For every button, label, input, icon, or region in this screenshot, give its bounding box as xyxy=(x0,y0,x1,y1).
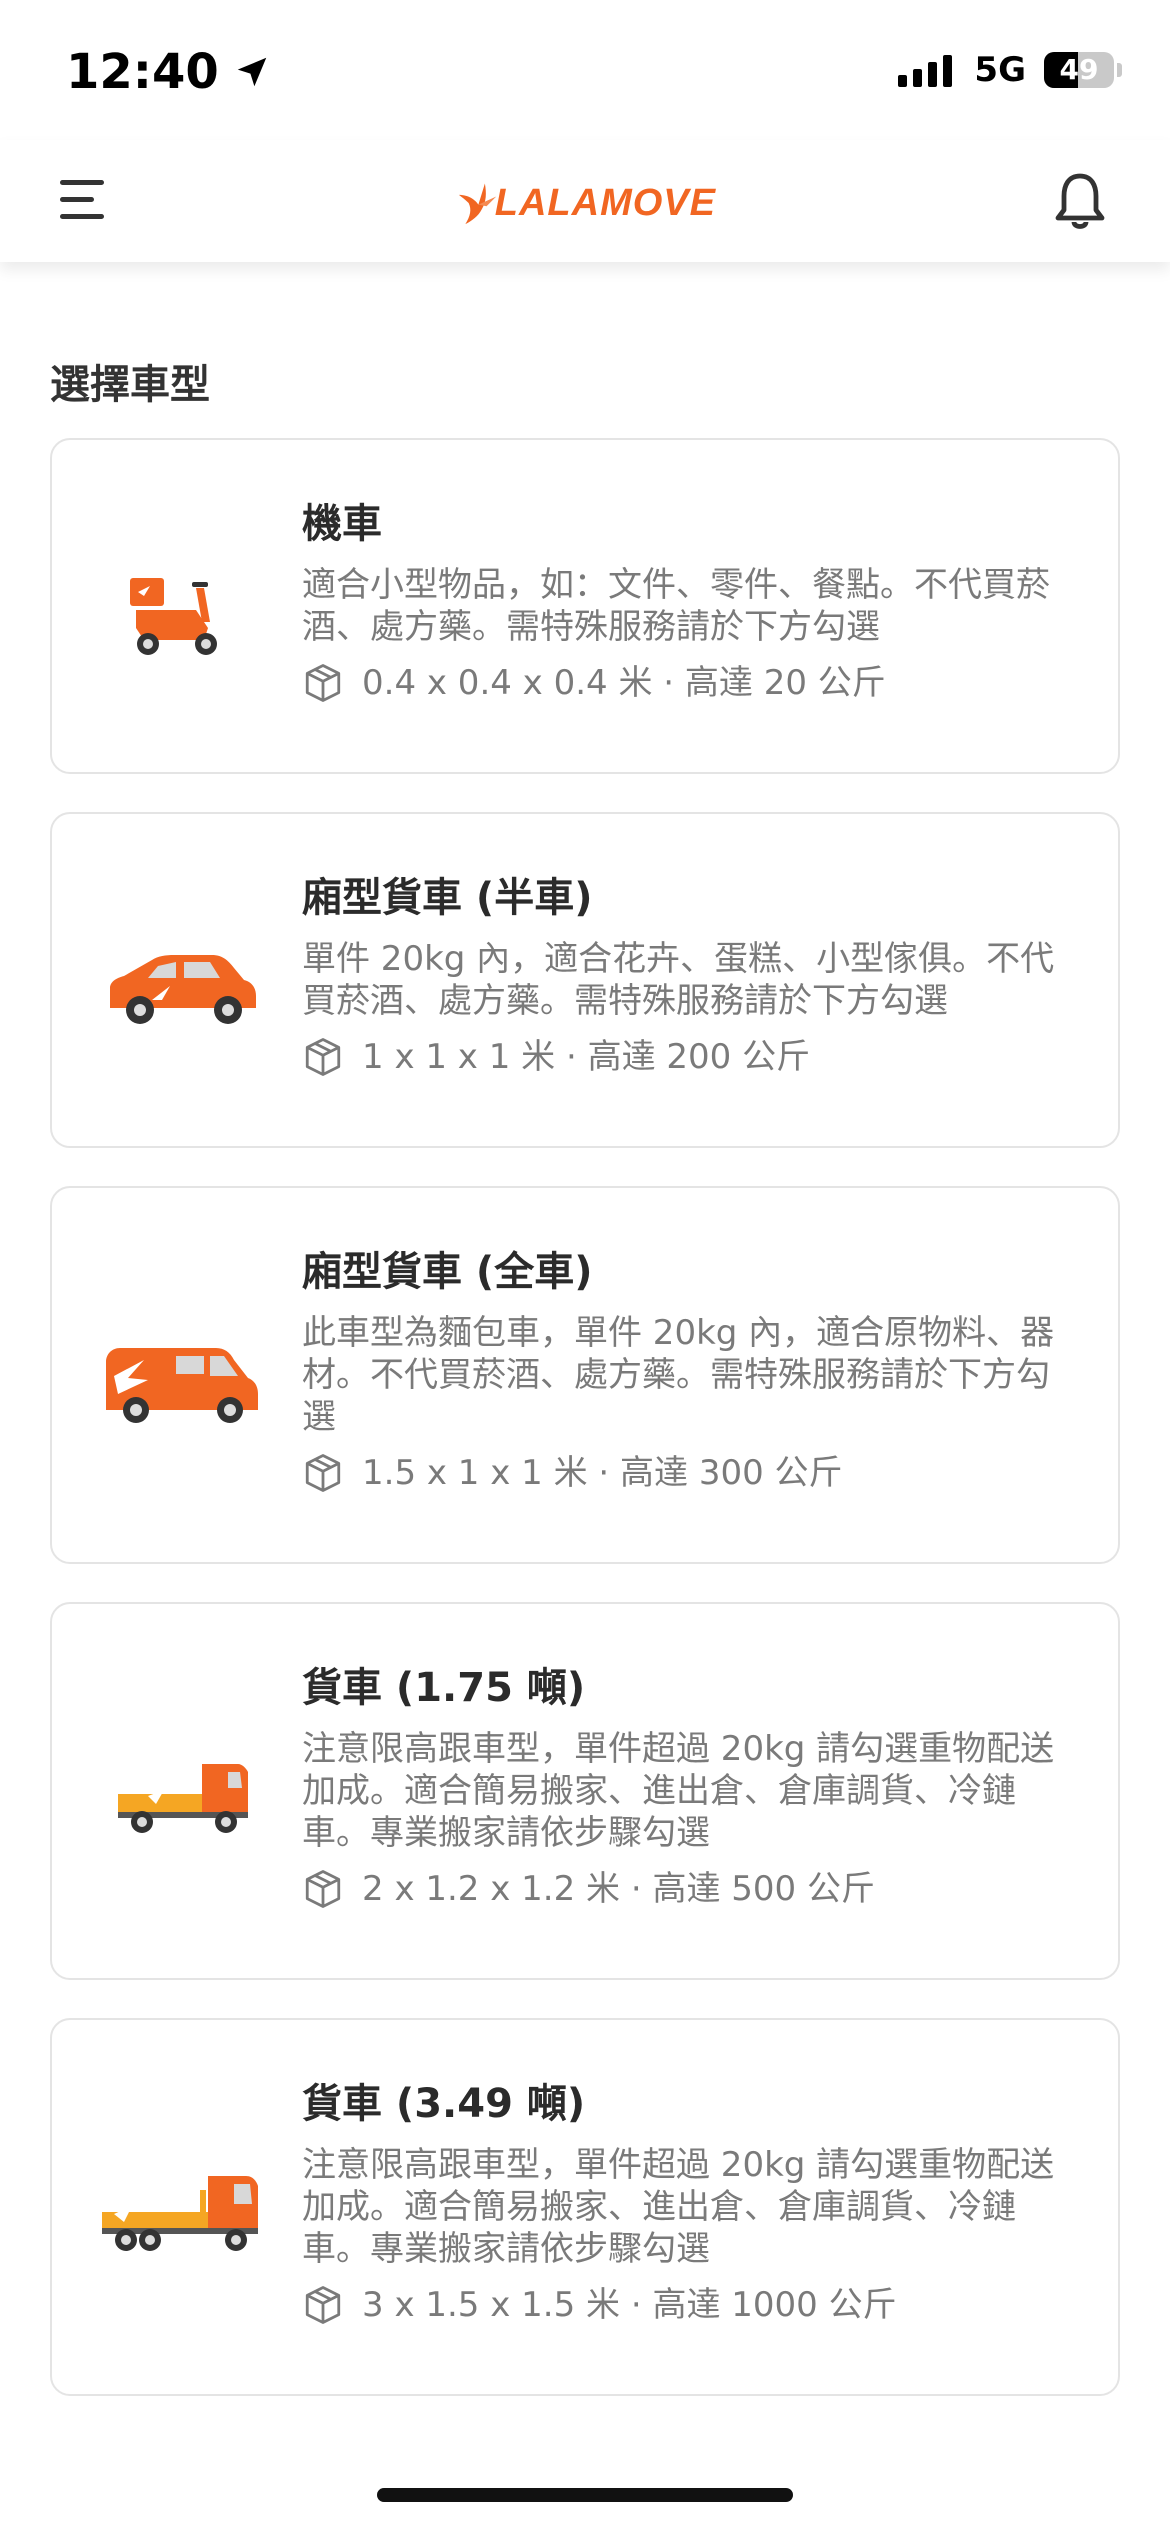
battery-tip xyxy=(1117,63,1122,77)
section-title: 選擇車型 xyxy=(50,362,210,408)
vehicle-spec: 3 x 1.5 x 1.5 米 · 高達 1000 公斤 xyxy=(302,2284,1078,2326)
lalamove-logo: LALAMOVE xyxy=(454,168,716,238)
vehicle-description: 注意限高跟車型，單件超過 20kg 請勾選重物配送加成。適合簡易搬家、進出倉、倉… xyxy=(302,1729,1055,1853)
status-time: 12:40 xyxy=(66,44,271,100)
vehicle-spec: 2 x 1.2 x 1.2 米 · 高達 500 公斤 xyxy=(302,1868,1078,1910)
battery-percent: 49 xyxy=(1059,53,1099,86)
battery-icon: 49 xyxy=(1044,52,1114,88)
hamburger-menu-button[interactable] xyxy=(60,180,104,220)
notification-bell-icon[interactable] xyxy=(1050,170,1110,234)
status-bar: 12:40 5G 49 xyxy=(0,0,1170,140)
large-truck-icon xyxy=(102,2176,258,2251)
vehicle-name: 廂型貨車 (半車) xyxy=(302,875,593,921)
vehicle-description: 注意限高跟車型，單件超過 20kg 請勾選重物配送加成。適合簡易搬家、進出倉、倉… xyxy=(302,2145,1055,2269)
vehicle-description: 單件 20kg 內，適合花卉、蛋糕、小型傢俱。不代買菸酒、處方藥。需特殊服務請於… xyxy=(302,939,1055,1021)
vehicle-description: 適合小型物品，如：文件、零件、餐點。不代買菸酒、處方藥。需特殊服務請於下方勾選 xyxy=(302,565,1050,647)
suv-icon xyxy=(110,955,256,1024)
time-text: 12:40 xyxy=(66,44,219,100)
vehicle-card-truck-3-49[interactable]: 貨車 (3.49 噸) 注意限高跟車型，單件超過 20kg 請勾選重物配送加成。… xyxy=(50,2018,1120,2396)
package-box-icon xyxy=(305,1870,341,1908)
vehicle-name: 貨車 (1.75 噸) xyxy=(302,1665,586,1711)
home-indicator[interactable] xyxy=(377,2488,793,2502)
top-nav-bar: LALAMOVE xyxy=(0,140,1170,262)
motorcycle-icon xyxy=(130,578,217,655)
cellular-signal-icon xyxy=(898,53,958,87)
package-box-icon xyxy=(305,1454,341,1492)
location-arrow-icon xyxy=(237,57,267,87)
package-box-icon xyxy=(305,2286,341,2324)
package-box-icon xyxy=(305,664,341,702)
vehicle-spec: 0.4 x 0.4 x 0.4 米 · 高達 20 公斤 xyxy=(302,662,1078,704)
vehicle-name: 廂型貨車 (全車) xyxy=(302,1249,593,1295)
vehicle-spec-text: 0.4 x 0.4 x 0.4 米 · 高達 20 公斤 xyxy=(362,663,886,703)
vehicle-description: 此車型為麵包車，單件 20kg 內，適合原物料、器材。不代買菸酒、處方藥。需特殊… xyxy=(302,1313,1055,1437)
vehicle-card-van-half[interactable]: 廂型貨車 (半車) 單件 20kg 內，適合花卉、蛋糕、小型傢俱。不代買菸酒、處… xyxy=(50,812,1120,1148)
vehicle-card-van-full[interactable]: 廂型貨車 (全車) 此車型為麵包車，單件 20kg 內，適合原物料、器材。不代買… xyxy=(50,1186,1120,1564)
small-truck-icon xyxy=(118,1764,248,1833)
vehicle-spec-text: 1 x 1 x 1 米 · 高達 200 公斤 xyxy=(362,1037,811,1077)
vehicle-spec: 1.5 x 1 x 1 米 · 高達 300 公斤 xyxy=(302,1452,1078,1494)
network-type: 5G xyxy=(974,50,1026,90)
vehicle-spec: 1 x 1 x 1 米 · 高達 200 公斤 xyxy=(302,1036,1078,1078)
vehicle-spec-text: 2 x 1.2 x 1.2 米 · 高達 500 公斤 xyxy=(362,1869,875,1909)
package-box-icon xyxy=(305,1038,341,1076)
status-indicators: 5G 49 xyxy=(898,50,1122,90)
vehicle-spec-text: 1.5 x 1 x 1 米 · 高達 300 公斤 xyxy=(362,1453,843,1493)
vehicle-card-truck-1-75[interactable]: 貨車 (1.75 噸) 注意限高跟車型，單件超過 20kg 請勾選重物配送加成。… xyxy=(50,1602,1120,1980)
vehicle-spec-text: 3 x 1.5 x 1.5 米 · 高達 1000 公斤 xyxy=(362,2285,897,2325)
van-icon xyxy=(106,1348,258,1423)
vehicle-name: 貨車 (3.49 噸) xyxy=(302,2081,586,2127)
logo-text: LALAMOVE xyxy=(494,181,716,224)
vehicle-name: 機車 xyxy=(302,501,382,547)
vehicle-card-motorcycle[interactable]: 機車 適合小型物品，如：文件、零件、餐點。不代買菸酒、處方藥。需特殊服務請於下方… xyxy=(50,438,1120,774)
